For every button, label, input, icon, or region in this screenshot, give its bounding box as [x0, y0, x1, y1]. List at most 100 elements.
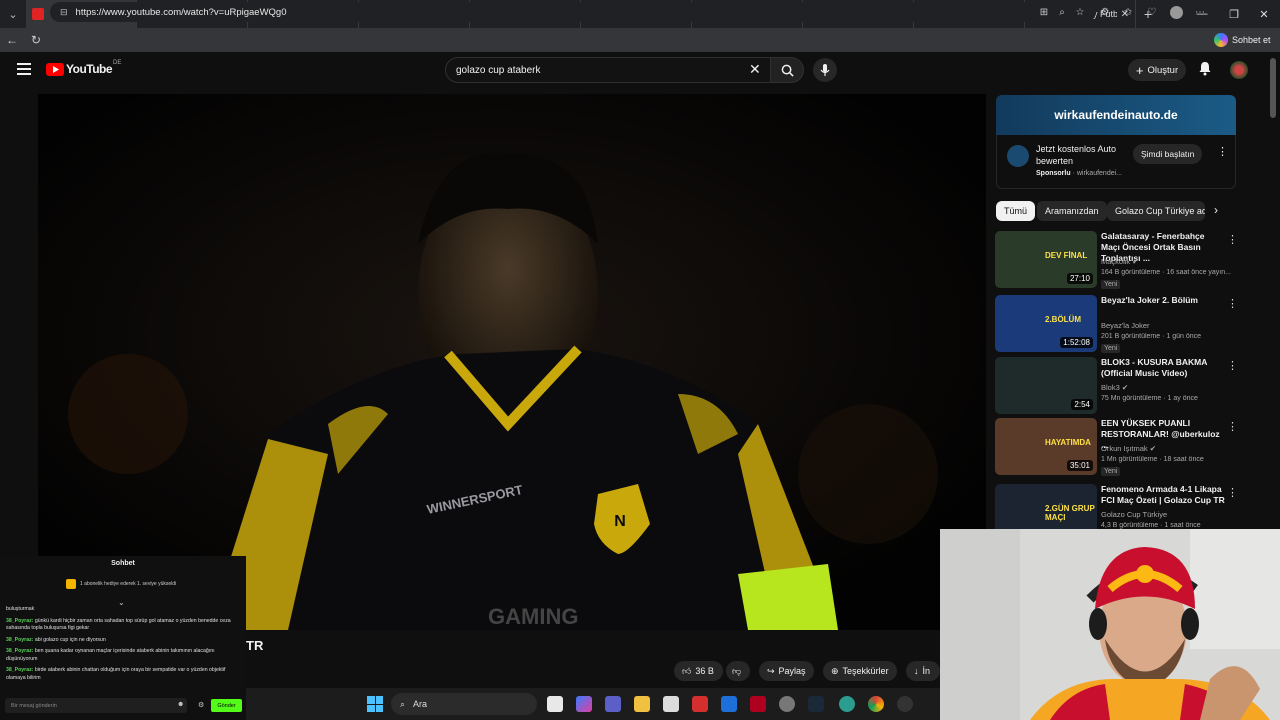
recommendation-channel[interactable]: Beyaz'la Joker	[1101, 321, 1150, 330]
recommendation-more-icon[interactable]: ⋮	[1227, 486, 1238, 499]
search-icon	[781, 64, 794, 77]
ad-banner[interactable]: wirkaufendeinauto.de	[996, 95, 1236, 135]
recommendation-more-icon[interactable]: ⋮	[1227, 233, 1238, 246]
ad-cta-button[interactable]: Şimdi başlatın	[1133, 144, 1203, 164]
maximize-icon[interactable]: ❐	[1218, 0, 1250, 28]
create-button[interactable]: + Oluştur	[1128, 59, 1186, 81]
thanks-button[interactable]: ⊕ Teşekkürler	[823, 661, 897, 681]
download-button[interactable]: ↓ İn	[906, 661, 940, 681]
search-button[interactable]	[770, 57, 804, 83]
dislike-button[interactable]: 👎︎	[726, 661, 750, 681]
site-info-icon[interactable]: ⊟	[60, 7, 68, 18]
opera-gx-icon[interactable]	[897, 696, 913, 712]
like-button[interactable]: 👍︎ 36 B	[674, 661, 723, 681]
close-window-icon[interactable]: ✕	[1248, 0, 1280, 28]
clear-search-icon[interactable]: ✕	[749, 61, 761, 78]
recommendation-channel[interactable]: Orkun Işıtmak ✔	[1101, 444, 1156, 453]
recommendation-channel[interactable]: Golazo Cup Türkiye	[1101, 510, 1167, 519]
chat-message: 38_Poyraz: birde ataberk abinin chattan …	[6, 667, 240, 682]
photoshop-icon[interactable]	[721, 696, 737, 712]
windows-start-icon[interactable]	[367, 696, 383, 712]
recommendation-more-icon[interactable]: ⋮	[1227, 420, 1238, 433]
share-button[interactable]: ↪ Paylaş	[759, 661, 814, 681]
account-avatar[interactable]	[1230, 61, 1248, 79]
zoom-icon[interactable]: ⌕	[1055, 5, 1069, 19]
page-scrollbar[interactable]	[1270, 58, 1276, 118]
recommendation-channel[interactable]: Maçkolik ✔	[1101, 257, 1139, 266]
chat-messages: buluşturmak 38_Poyraz: günkü kardi hiçbir…	[6, 606, 240, 686]
store-icon[interactable]	[663, 696, 679, 712]
send-button[interactable]: Gönder	[211, 699, 242, 712]
recommendation-title[interactable]: Beyaz'la Joker 2. Bölüm	[1101, 295, 1225, 306]
chat-message-input[interactable]: Bir mesaj gönderin	[5, 698, 187, 713]
chat-settings-icon[interactable]: ⚙	[198, 701, 204, 709]
search-input[interactable]: golazo cup ataberk	[445, 57, 775, 83]
antivirus-icon[interactable]	[692, 696, 708, 712]
steam-icon[interactable]	[808, 696, 824, 712]
chat-username[interactable]: 38_Poyraz:	[6, 637, 33, 643]
copilot-button[interactable]: Sohbet et	[1214, 30, 1276, 50]
task-view-icon[interactable]	[547, 696, 563, 712]
webcam-overlay	[940, 529, 1280, 720]
recommendation-title[interactable]: Fenomeno Armada 4-1 Likapa FCI Maç Özeti…	[1101, 484, 1225, 506]
netflix-icon[interactable]	[750, 696, 766, 712]
favorites-icon[interactable]: ✩	[1121, 5, 1135, 19]
chat-username[interactable]: 38_Poyraz:	[6, 618, 33, 624]
chip-label: Tümü	[1004, 206, 1028, 216]
recommendation-channel[interactable]: Blok3 ✔	[1101, 383, 1128, 392]
verified-icon: ✔	[1149, 444, 1157, 453]
recommendation-thumbnail[interactable]: DEV FİNAL 27:10	[995, 231, 1097, 288]
app-icon[interactable]: ⊞	[1037, 5, 1051, 19]
chip-from-search[interactable]: Aramanızdan	[1037, 201, 1107, 221]
browser-essentials-icon[interactable]: ♡	[1145, 5, 1159, 19]
emoji-icon[interactable]: ☻	[177, 701, 184, 708]
extensions-icon[interactable]: ⚙	[1098, 5, 1112, 19]
copilot-icon	[1214, 33, 1228, 47]
teams-icon[interactable]	[605, 696, 621, 712]
chip-golazo-cup[interactable]: Golazo Cup Türkiye adl	[1107, 201, 1205, 221]
recommendation-item[interactable]: DEV FİNAL 27:10 Galatasaray - Fenerbahçe M…	[995, 231, 1240, 289]
taskbar-search-label: Ara	[413, 699, 428, 709]
edge-icon[interactable]	[839, 696, 855, 712]
notifications-bell-icon[interactable]	[1198, 61, 1212, 81]
chat-header: Sohbet	[111, 560, 135, 567]
recommendation-item[interactable]: 2.BÖLÜM 1:52:08 Beyaz'la Joker 2. Bölüm Bey…	[995, 295, 1240, 353]
chat-username[interactable]: 38_Poyraz:	[6, 667, 33, 673]
file-explorer-icon[interactable]	[634, 696, 650, 712]
video-player[interactable]: N WINNERSPORT GAMING	[38, 94, 986, 630]
obs-icon[interactable]	[779, 696, 795, 712]
address-bar: ← ↻	[0, 28, 1280, 52]
copilot-taskbar-icon[interactable]	[576, 696, 592, 712]
recommendation-more-icon[interactable]: ⋮	[1227, 297, 1238, 310]
recommendation-item[interactable]: 2:54 BLOK3 - KUSURA BAKMA (Official Music…	[995, 357, 1240, 415]
webcam-frame	[940, 529, 1280, 720]
recommendation-thumbnail[interactable]: HAYATIMDA 35:01	[995, 418, 1097, 475]
chrome-icon[interactable]	[868, 696, 884, 712]
taskbar-search[interactable]: ⌕ Ara	[391, 693, 537, 715]
recommendation-thumbnail[interactable]: 2.BÖLÜM 1:52:08	[995, 295, 1097, 352]
ad-card[interactable]: Jetzt kostenlos Auto bewerten Sponsorlu …	[996, 135, 1236, 189]
chat-username[interactable]: 38_Poyraz:	[6, 648, 33, 654]
menu-icon[interactable]	[17, 63, 31, 75]
recommendation-title[interactable]: BLOK3 - KUSURA BAKMA (Official Music Vid…	[1101, 357, 1225, 379]
video-duration: 2:54	[1071, 399, 1093, 410]
chat-panel: Sohbet 1 abonelik hediye ederek 1. seviy…	[0, 556, 246, 720]
recommendation-meta: 75 Mn görüntüleme · 1 ay önce	[1101, 395, 1198, 402]
recommendation-thumbnail[interactable]: 2:54	[995, 357, 1097, 414]
recommendation-item[interactable]: HAYATIMDA 35:01 EEN YÜKSEK PUANLI RESTORAN…	[995, 418, 1240, 476]
more-menu-icon[interactable]: ⋯	[1193, 5, 1207, 19]
url-field[interactable]: ⊟ https://www.youtube.com/watch?v=uRpiga…	[50, 2, 1096, 22]
chip-all[interactable]: Tümü	[996, 201, 1036, 221]
youtube-logo[interactable]: YouTube DE	[46, 60, 122, 76]
new-badge: Yeni	[1101, 467, 1121, 476]
tab-search-icon[interactable]: ⌄	[0, 0, 26, 28]
recommendation-more-icon[interactable]: ⋮	[1227, 359, 1238, 372]
youtube-region: DE	[113, 60, 122, 66]
reload-icon[interactable]: ↻	[24, 28, 48, 52]
back-icon[interactable]: ←	[0, 28, 24, 52]
profile-avatar[interactable]	[1169, 5, 1183, 19]
ad-more-icon[interactable]: ⋮	[1217, 145, 1228, 158]
favorite-star-icon[interactable]: ☆	[1073, 5, 1087, 19]
voice-search-button[interactable]	[813, 58, 837, 82]
chevron-right-icon[interactable]: ›	[1214, 203, 1218, 217]
